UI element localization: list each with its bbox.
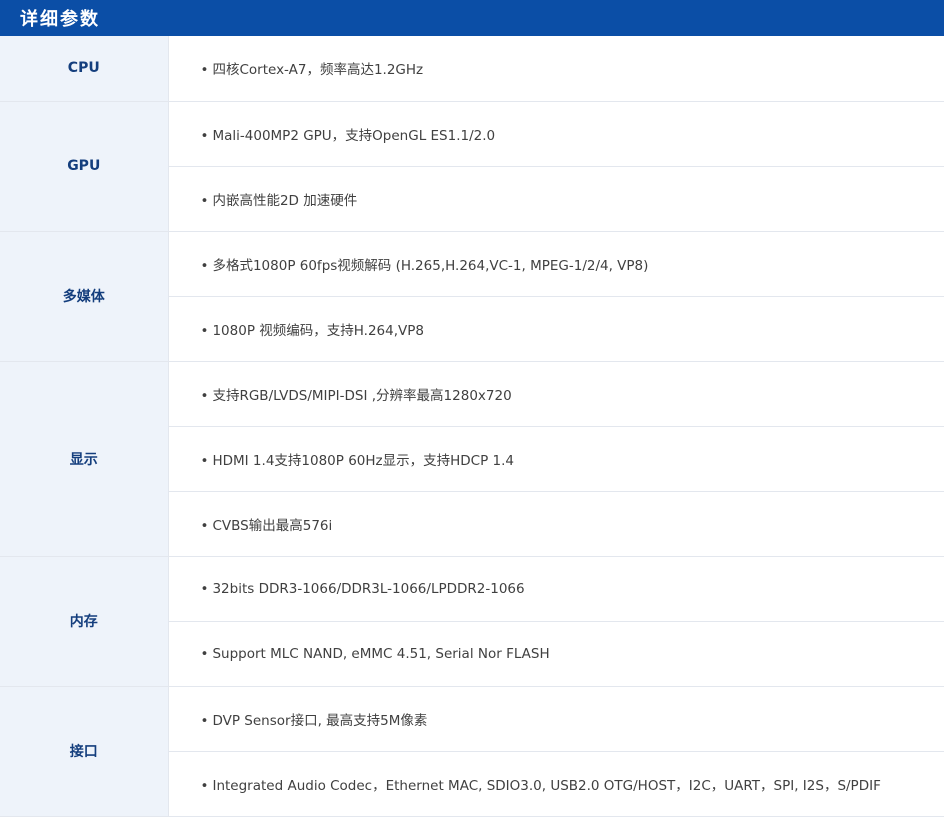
spec-category: 多媒体 xyxy=(0,231,169,362)
spec-table-body: CPU • 四核Cortex-A7，频率高达1.2GHz GPU • Mali-400MP… xyxy=(0,36,944,817)
spec-value: 32bits DDR3-1066/DDR3L-1066/LPDDR2-1066 xyxy=(212,580,525,597)
spec-value: CVBS输出最高576i xyxy=(212,517,333,534)
spec-category: CPU xyxy=(0,36,169,102)
bullet-icon: • xyxy=(200,777,209,794)
spec-value-cell: • CVBS输出最高576i xyxy=(168,491,944,557)
spec-panel: 详细参数 CPU • 四核Cortex-A7，频率高达1.2GHz GPU • Mali-… xyxy=(0,0,944,824)
spec-category: 内存 xyxy=(0,556,169,687)
spec-value: Support MLC NAND, eMMC 4.51, Serial Nor … xyxy=(212,645,550,662)
bullet-icon: • xyxy=(200,452,209,469)
bullet-icon: • xyxy=(200,257,209,274)
spec-value: 四核Cortex-A7，频率高达1.2GHz xyxy=(212,62,424,79)
spec-value: DVP Sensor接口, 最高支持5M像素 xyxy=(212,712,428,729)
bullet-icon: • xyxy=(200,322,209,339)
bullet-icon: • xyxy=(200,62,209,79)
spec-value-cell: • 四核Cortex-A7，频率高达1.2GHz xyxy=(168,36,944,102)
spec-row: 多媒体 • 多格式1080P 60fps视频解码 (H.265,H.264,VC-1… xyxy=(0,231,944,362)
bullet-icon: • xyxy=(200,645,209,662)
spec-row: GPU • Mali-400MP2 GPU，支持OpenGL ES1.1/2.0 xyxy=(0,101,944,232)
spec-category: 显示 xyxy=(0,361,169,557)
spec-value: Mali-400MP2 GPU，支持OpenGL ES1.1/2.0 xyxy=(212,127,496,144)
spec-row: CPU • 四核Cortex-A7，频率高达1.2GHz xyxy=(0,36,944,102)
spec-value: Integrated Audio Codec，Ethernet MAC, SDI… xyxy=(212,777,881,794)
spec-row: 接口 • DVP Sensor接口, 最高支持5M像素 xyxy=(0,686,944,817)
section-title: 详细参数 xyxy=(20,9,100,30)
spec-category: GPU xyxy=(0,101,169,232)
spec-value: 支持RGB/LVDS/MIPI-DSI ,分辨率最高1280x720 xyxy=(212,387,512,404)
spec-category: 接口 xyxy=(0,686,169,817)
bullet-icon: • xyxy=(200,712,209,729)
spec-row: 内存 • 32bits DDR3-1066/DDR3L-1066/LPDDR2-10… xyxy=(0,556,944,687)
spec-value: HDMI 1.4支持1080P 60Hz显示，支持HDCP 1.4 xyxy=(212,452,514,469)
spec-row: 显示 • 支持RGB/LVDS/MIPI-DSI ,分辨率最高1280x720 xyxy=(0,361,944,557)
spec-value-cell: • 32bits DDR3-1066/DDR3L-1066/LPDDR2-1066 xyxy=(168,556,944,622)
spec-value: 内嵌高性能2D 加速硬件 xyxy=(212,192,358,209)
spec-value: 多格式1080P 60fps视频解码 (H.265,H.264,VC-1, MP… xyxy=(212,257,649,274)
spec-value-cell: • 多格式1080P 60fps视频解码 (H.265,H.264,VC-1, M… xyxy=(168,231,944,297)
spec-value-cell: • Mali-400MP2 GPU，支持OpenGL ES1.1/2.0 xyxy=(168,101,944,167)
bullet-icon: • xyxy=(200,387,209,404)
spec-value-cell: • HDMI 1.4支持1080P 60Hz显示，支持HDCP 1.4 xyxy=(168,426,944,492)
spec-value-cell: • 1080P 视频编码，支持H.264,VP8 xyxy=(168,296,944,362)
bullet-icon: • xyxy=(200,192,209,209)
spec-value-cell: • 支持RGB/LVDS/MIPI-DSI ,分辨率最高1280x720 xyxy=(168,361,944,427)
section-header: 详细参数 xyxy=(0,0,944,36)
spec-value-cell: • 内嵌高性能2D 加速硬件 xyxy=(168,166,944,232)
bullet-icon: • xyxy=(200,517,209,534)
bullet-icon: • xyxy=(200,127,209,144)
spec-value-cell: • DVP Sensor接口, 最高支持5M像素 xyxy=(168,686,944,752)
spec-value-cell: • Integrated Audio Codec，Ethernet MAC, SD… xyxy=(168,751,944,817)
bullet-icon: • xyxy=(200,580,209,597)
spec-value-cell: • Support MLC NAND, eMMC 4.51, Serial Nor… xyxy=(168,621,944,687)
spec-table: CPU • 四核Cortex-A7，频率高达1.2GHz GPU • Mali-400MP… xyxy=(0,36,944,817)
spec-value: 1080P 视频编码，支持H.264,VP8 xyxy=(212,322,424,339)
